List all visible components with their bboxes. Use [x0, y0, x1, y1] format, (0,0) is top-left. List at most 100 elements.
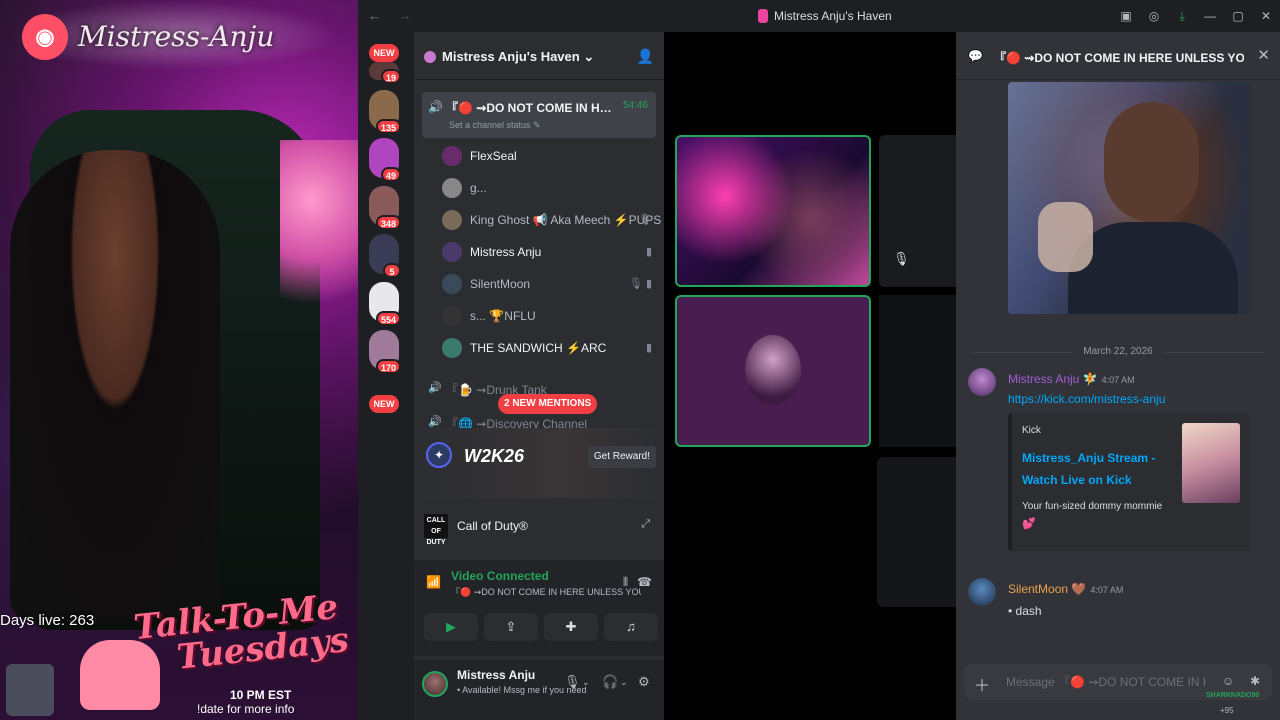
mug — [6, 664, 54, 716]
link-embed: Kick Mistress_Anju Stream - Watch Live o… — [1008, 413, 1250, 551]
back-icon[interactable]: ← — [368, 8, 381, 23]
chevron-down-icon[interactable]: ⌄ — [620, 677, 628, 688]
voice-status-channel: 『🔴 ⇝DO NOT COME IN HERE UNLESS YOU'RE O.… — [451, 587, 641, 597]
camera-button[interactable]: ▶ — [424, 613, 478, 641]
voice-connection-panel: 📶 Video Connected 『🔴 ⇝DO NOT COME IN HER… — [414, 560, 664, 656]
member-name: FlexSeal — [470, 149, 517, 163]
brand-name: Mistress-Anju — [78, 20, 275, 53]
message-link[interactable]: https://kick.com/mistress-anju — [1008, 392, 1165, 406]
voice-member[interactable]: King Ghost 📢 Aka Meech ⚡PUPS 🎙 — [442, 206, 664, 234]
chat-bubble-icon: 💬 — [968, 49, 983, 63]
voice-channel-name[interactable]: 『🔴 ⇝DO NOT COME IN HERE U... — [446, 99, 616, 116]
window-title-text: Mistress Anju's Haven — [774, 9, 892, 23]
video-tile-speaking[interactable] — [675, 135, 871, 287]
mention-badge: 5 — [383, 263, 401, 278]
server-5[interactable]: 5 — [369, 234, 401, 278]
inbox-icon[interactable]: ▣ — [1112, 9, 1140, 23]
user-avatar[interactable] — [422, 671, 448, 697]
microphone-icon[interactable]: 🎙 — [564, 674, 581, 690]
message-input[interactable] — [1006, 672, 1206, 692]
author-name[interactable]: SilentMoon 🤎 — [1008, 582, 1086, 596]
video-tile-member[interactable] — [675, 295, 871, 447]
voice-member[interactable]: Mistress Anju ▮ — [442, 238, 664, 266]
mention-badge: 170 — [375, 359, 401, 374]
set-channel-status[interactable]: Set a channel status ✎ — [449, 120, 541, 131]
close-icon[interactable]: ✕ — [1257, 46, 1270, 64]
image-subject-head — [1104, 102, 1199, 222]
quest-promo: ✦ W2K26 Get Reward! — [414, 428, 664, 498]
shared-image[interactable] — [1008, 82, 1250, 314]
activity-panel: CALL OF DUTY Call of Duty® ⤢ — [414, 506, 664, 546]
noise-suppression-icon[interactable]: ⫴ — [623, 575, 628, 590]
new-unreads-top[interactable]: NEW — [369, 44, 399, 62]
server-2[interactable]: 135 — [369, 90, 401, 134]
chevron-down-icon[interactable]: ⌄ — [582, 677, 590, 688]
avatar — [442, 210, 462, 230]
voice-status-title[interactable]: Video Connected — [451, 569, 549, 583]
emoji-icon[interactable]: ☺ — [1222, 674, 1234, 688]
help-icon[interactable]: ◎ — [1140, 9, 1168, 23]
forward-icon[interactable]: → — [399, 8, 412, 23]
minimize-icon[interactable]: — — [1196, 9, 1224, 23]
get-reward-button[interactable]: Get Reward! — [587, 446, 656, 468]
streamer-camera: ◉ Mistress-Anju Days live: 263 Talk-To-M… — [0, 0, 358, 720]
disconnect-icon[interactable]: ☎ — [637, 575, 652, 589]
voice-member[interactable]: g... — [442, 174, 664, 202]
signal-icon[interactable]: 📶 — [426, 575, 441, 589]
video-tile-partial[interactable] — [879, 295, 956, 447]
server-header[interactable]: Mistress Anju's Haven ⌄ 👤 — [414, 32, 664, 80]
screen-share-button[interactable]: ⇪ — [484, 613, 538, 641]
participant-video — [745, 335, 801, 405]
new-mentions-pill[interactable]: 2 NEW MENTIONS — [498, 394, 598, 414]
avatar[interactable] — [968, 368, 996, 396]
server-3[interactable]: 49 — [369, 138, 401, 182]
new-unreads-bottom[interactable]: NEW — [369, 395, 399, 413]
user-name[interactable]: Mistress Anju — [457, 668, 535, 682]
maximize-icon[interactable]: ▢ — [1224, 9, 1252, 23]
activities-button[interactable]: ✚ — [544, 613, 598, 641]
mention-badge: 49 — [380, 167, 401, 182]
headphones-icon[interactable]: 🎧 — [602, 674, 618, 690]
close-window-icon[interactable]: ✕ — [1252, 9, 1280, 23]
message-author[interactable]: Mistress Anju 🧚 4:07 AM — [1008, 372, 1135, 386]
voice-member[interactable]: s... 🏆NFLU — [442, 302, 664, 330]
server-6[interactable]: 554 — [369, 282, 401, 326]
user-panel: Mistress Anju • Available! Mssg me if yo… — [414, 660, 664, 720]
download-icon[interactable]: ⤓ — [1168, 9, 1196, 24]
mention-badge: 135 — [375, 119, 401, 134]
active-voice-channel[interactable]: 🔊 『🔴 ⇝DO NOT COME IN HERE U... 54:46 Set… — [422, 92, 656, 138]
voice-member[interactable]: THE SANDWICH ⚡ARC ▮ — [442, 334, 664, 362]
server-7[interactable]: 170 — [369, 330, 401, 374]
video-tile-partial[interactable] — [877, 457, 956, 607]
author-name[interactable]: Mistress Anju 🧚 — [1008, 372, 1098, 386]
plush-decoration — [280, 140, 358, 340]
soundboard-button[interactable]: ♫ — [604, 613, 658, 641]
avatar[interactable] — [968, 578, 996, 606]
avatar — [442, 146, 462, 166]
invite-people-icon[interactable]: 👤 — [637, 48, 654, 65]
server-4[interactable]: 348 — [369, 186, 401, 230]
promo-game-logo: W2K26 — [464, 446, 525, 466]
image-subject-body — [1068, 222, 1238, 314]
speaker-icon: 🔊 — [428, 382, 442, 394]
embed-title[interactable]: Mistress_Anju Stream - Watch Live on Kic… — [1022, 447, 1162, 491]
server-1[interactable]: 19 — [369, 62, 401, 84]
settings-gear-icon[interactable]: ⚙ — [638, 674, 650, 690]
video-tile-partial[interactable]: 🎙 — [879, 135, 956, 287]
message-author[interactable]: SilentMoon 🤎 4:07 AM — [1008, 582, 1123, 596]
brand-logo-icon: ◉ — [22, 14, 68, 60]
quest-icon: ✦ — [426, 442, 452, 468]
voice-text-chat: 💬 『🔴 ⇝DO NOT COME IN HERE UNLESS YOU'RE … — [956, 32, 1280, 720]
server-name[interactable]: Mistress Anju's Haven ⌄ — [442, 49, 594, 65]
voice-member[interactable]: SilentMoon 🎙 ▮ — [442, 270, 664, 298]
add-attachment-icon[interactable]: ＋ — [974, 672, 990, 696]
avatar — [442, 306, 462, 326]
heart-emoji: 💕 — [1022, 518, 1036, 530]
member-name: King Ghost 📢 Aka Meech ⚡PUPS — [470, 213, 662, 227]
embed-thumbnail[interactable] — [1182, 423, 1240, 503]
voice-member[interactable]: FlexSeal — [442, 142, 664, 170]
apps-icon[interactable]: ✱ — [1250, 674, 1260, 688]
activity-share-icon[interactable]: ⤢ — [641, 518, 650, 531]
mention-badge: 19 — [380, 69, 401, 84]
member-name: s... 🏆NFLU — [470, 309, 536, 323]
